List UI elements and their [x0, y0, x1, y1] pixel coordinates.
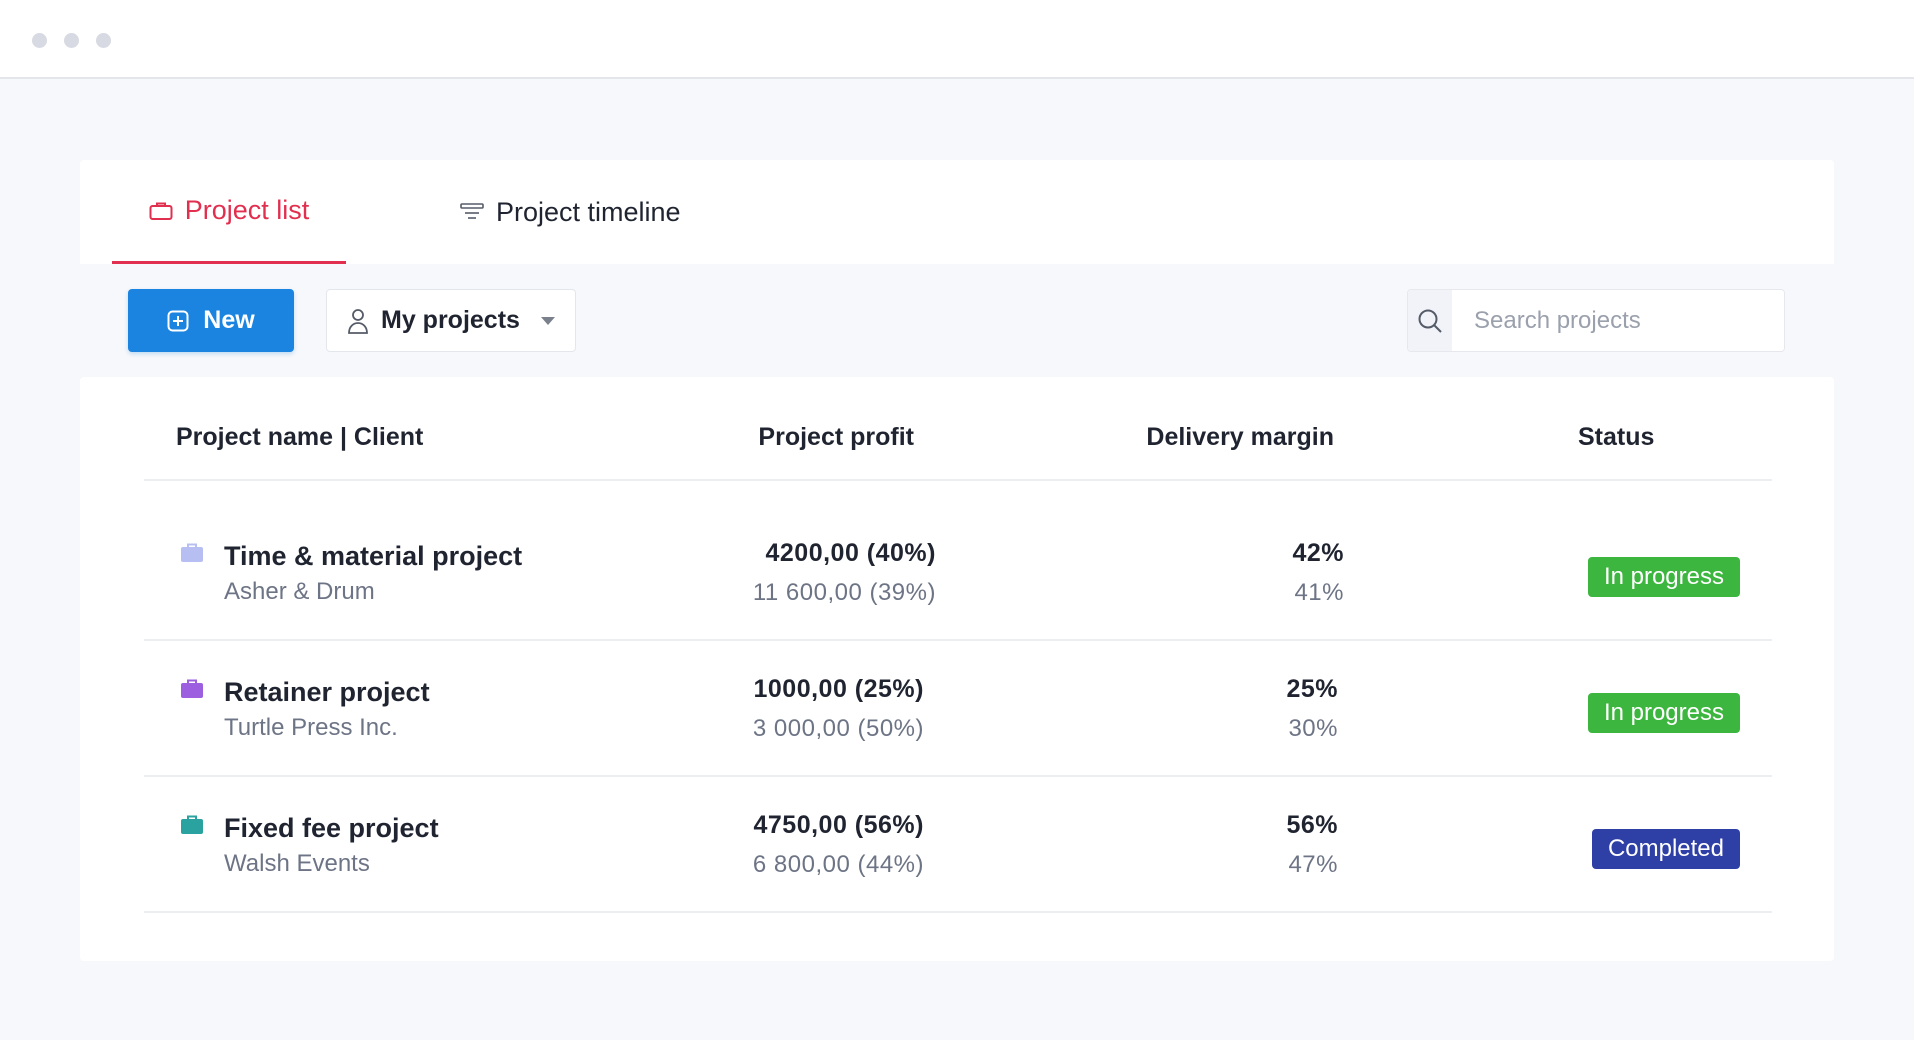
project-bag-icon [180, 543, 204, 568]
margin-value: 42% [1292, 539, 1344, 567]
table-header: Project name | Client Project profit Del… [144, 423, 1772, 481]
profit-secondary: 6 800,00 (44%) [752, 851, 924, 878]
table-row[interactable]: Retainer project Turtle Press Inc. 1000,… [144, 641, 1772, 777]
project-client: Turtle Press Inc. [224, 714, 398, 741]
status-badge: In progress [1587, 693, 1740, 733]
window-titlebar [0, 0, 1914, 79]
search-box [1407, 289, 1785, 352]
plus-square-icon [167, 310, 189, 332]
project-client: Asher & Drum [224, 578, 375, 605]
project-bag-icon [180, 815, 204, 840]
window-close-dot[interactable] [32, 33, 47, 48]
filter-label: My projects [381, 306, 520, 334]
user-icon [347, 308, 369, 334]
project-client: Walsh Events [224, 850, 370, 877]
search-icon[interactable] [1408, 290, 1452, 351]
margin-secondary: 41% [1294, 579, 1344, 606]
status-badge: In progress [1587, 557, 1740, 597]
timeline-icon [460, 202, 484, 222]
table-row[interactable]: Fixed fee project Walsh Events 4750,00 (… [144, 777, 1772, 913]
tab-project-list-label: Project list [184, 195, 310, 225]
project-name[interactable]: Time & material project [224, 541, 522, 572]
caret-down-icon [540, 316, 556, 326]
window-minimize-dot[interactable] [64, 33, 79, 48]
tab-bar: Project list Project timeline [80, 160, 1834, 264]
new-button-label: New [203, 306, 255, 334]
table-row[interactable]: Time & material project Asher & Drum 420… [144, 505, 1772, 641]
status-badge: Completed [1591, 829, 1740, 869]
new-project-button[interactable]: New [128, 289, 294, 352]
margin-value: 25% [1286, 675, 1338, 703]
profit-secondary: 3 000,00 (50%) [752, 715, 924, 742]
profit-value: 4200,00 (40%) [765, 539, 936, 567]
header-status[interactable]: Status [1578, 423, 1654, 452]
header-delivery-margin[interactable]: Delivery margin [144, 423, 1334, 452]
tab-project-list[interactable]: Project list [112, 160, 346, 264]
project-name[interactable]: Fixed fee project [224, 813, 439, 844]
window-maximize-dot[interactable] [96, 33, 111, 48]
project-filter-dropdown[interactable]: My projects [326, 289, 576, 352]
project-bag-icon [180, 679, 204, 704]
tab-project-timeline[interactable]: Project timeline [380, 160, 701, 264]
margin-secondary: 47% [1288, 851, 1338, 878]
briefcase-icon [149, 201, 173, 221]
profit-secondary: 11 600,00 (39%) [752, 579, 936, 606]
margin-value: 56% [1286, 811, 1338, 839]
margin-secondary: 30% [1288, 715, 1338, 742]
search-input[interactable] [1452, 290, 1784, 351]
profit-value: 4750,00 (56%) [753, 811, 924, 839]
profit-value: 1000,00 (25%) [753, 675, 924, 703]
tab-project-timeline-label: Project timeline [496, 196, 681, 227]
project-table: Project name | Client Project profit Del… [80, 377, 1834, 961]
project-name[interactable]: Retainer project [224, 677, 430, 708]
